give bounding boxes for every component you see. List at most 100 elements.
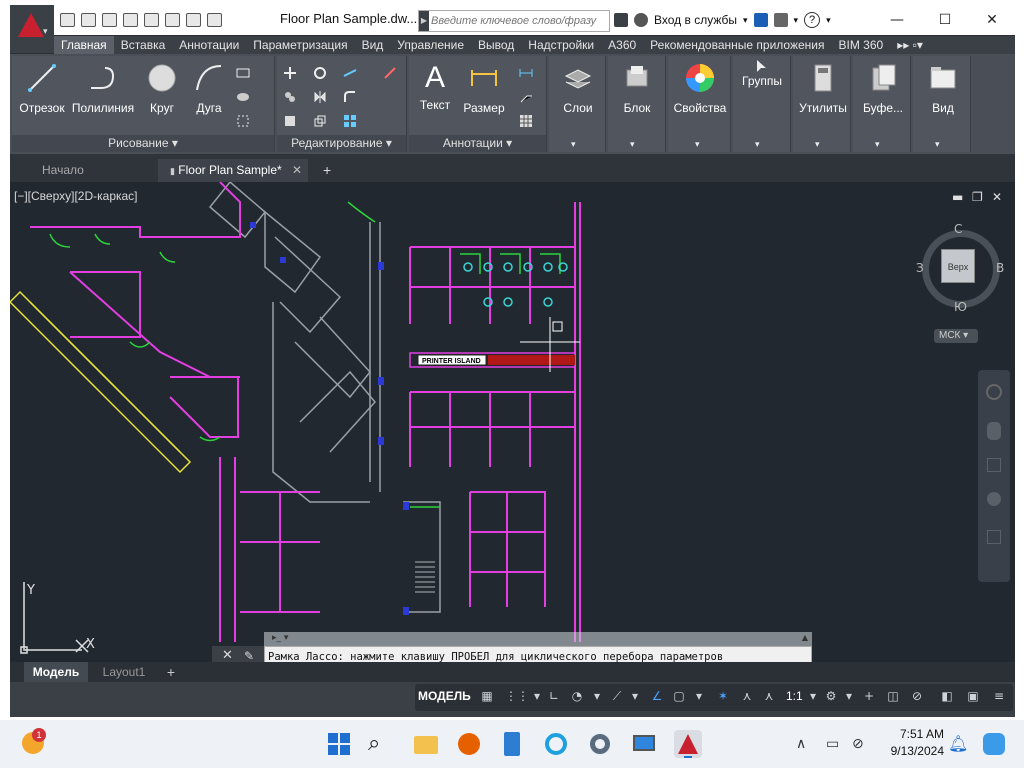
- application-menu-button[interactable]: ▾: [10, 5, 54, 53]
- leader-icon[interactable]: [519, 90, 533, 104]
- rectangle-icon[interactable]: [236, 66, 250, 80]
- isolate-icon[interactable]: ◧: [940, 689, 954, 703]
- annotation-visibility-icon[interactable]: ✶: [716, 689, 730, 703]
- help-dropdown-icon[interactable]: ▾: [826, 15, 831, 26]
- print-icon[interactable]: [144, 13, 159, 27]
- layers-button[interactable]: Слои: [553, 62, 603, 115]
- settings-gear-icon[interactable]: [586, 730, 614, 758]
- block-button[interactable]: Блок: [612, 62, 662, 115]
- workspace-gear-icon[interactable]: ⚙: [824, 689, 838, 703]
- linear-dim-icon[interactable]: [519, 66, 533, 80]
- compass-north[interactable]: С: [954, 222, 962, 236]
- open-icon[interactable]: [81, 13, 96, 27]
- move-icon[interactable]: [283, 66, 297, 80]
- rotate-icon[interactable]: [313, 66, 327, 80]
- save-icon[interactable]: [102, 13, 117, 27]
- arc-button[interactable]: Дуга: [188, 62, 230, 115]
- tab-parametric[interactable]: Параметризация: [246, 36, 354, 54]
- snap-icon[interactable]: ⋮⋮: [505, 689, 529, 703]
- viewport-controls-label[interactable]: [−][Сверху][2D-каркас]: [14, 189, 138, 203]
- tab-a360[interactable]: A360: [601, 36, 643, 54]
- object-snap-tracking-icon[interactable]: ∠: [650, 689, 664, 703]
- tab-insert[interactable]: Вставка: [114, 36, 173, 54]
- plus-icon[interactable]: +: [862, 689, 876, 703]
- autoscale-icon[interactable]: ⋏: [740, 689, 754, 703]
- circle-button[interactable]: Круг: [140, 62, 184, 115]
- taskbar-clock[interactable]: 7:51 AM 9/13/2024: [884, 726, 944, 760]
- tray-network-icon[interactable]: ⊘: [852, 730, 880, 758]
- firefox-icon[interactable]: [455, 730, 483, 758]
- layers-panel[interactable]: Слои ▾: [549, 56, 606, 152]
- search-binoculars-icon[interactable]: [614, 13, 628, 27]
- model-space-button[interactable]: МОДЕЛЬ: [418, 689, 471, 703]
- line-button[interactable]: Отрезок: [16, 62, 68, 115]
- polyline-button[interactable]: Полилиния: [70, 62, 136, 115]
- utilities-panel[interactable]: Утилиты ▾: [793, 56, 851, 152]
- weather-widget-icon[interactable]: 1: [20, 728, 48, 756]
- compass-west[interactable]: З: [916, 261, 924, 275]
- minimize-icon[interactable]: —: [874, 5, 920, 35]
- signin-button[interactable]: Вход в службы: [654, 13, 737, 27]
- file-tab-current[interactable]: ▮ Floor Plan Sample* ✕: [158, 159, 308, 182]
- orbit-icon[interactable]: [987, 492, 1001, 506]
- view-panel[interactable]: Вид ▾: [913, 56, 971, 152]
- viewport-close-icon[interactable]: ✕: [992, 190, 1002, 204]
- isolate-objects-icon[interactable]: ◫: [886, 689, 900, 703]
- notepad-icon[interactable]: [498, 730, 526, 758]
- annotation-scale-icon[interactable]: ⋏: [762, 689, 776, 703]
- user-icon[interactable]: [634, 13, 648, 27]
- hardware-acceleration-icon[interactable]: ⊘: [910, 689, 924, 703]
- hatch-icon[interactable]: [236, 90, 250, 104]
- command-input[interactable]: Рамка Лассо: нажмите клавишу ПРОБЕЛ для …: [264, 646, 812, 662]
- annotation-panel-label[interactable]: Аннотации ▾: [409, 135, 546, 152]
- tab-output[interactable]: Вывод: [471, 36, 521, 54]
- annotation-scale-value[interactable]: 1:1: [786, 689, 803, 703]
- viewport-restore-icon[interactable]: ❐: [972, 190, 983, 204]
- zoom-extents-icon[interactable]: [987, 458, 1001, 472]
- trim-icon[interactable]: [343, 66, 357, 80]
- dimension-button[interactable]: Размер: [459, 62, 509, 115]
- file-tab-start[interactable]: Начало: [30, 159, 155, 182]
- close-tab-icon[interactable]: ✕: [292, 159, 302, 182]
- start-windows-icon[interactable]: [325, 730, 353, 758]
- clipboard-button[interactable]: Буфе...: [855, 62, 911, 115]
- isodraft-icon[interactable]: ⟋: [610, 689, 624, 703]
- properties-panel[interactable]: Свойства ▾: [668, 56, 731, 152]
- tab-model[interactable]: Модель: [24, 662, 88, 682]
- fillet-icon[interactable]: [343, 90, 357, 104]
- help-button[interactable]: ?: [804, 12, 821, 28]
- file-explorer-icon[interactable]: [412, 730, 440, 758]
- block-panel[interactable]: Блок ▾: [608, 56, 666, 152]
- tab-home[interactable]: Главная: [54, 36, 114, 54]
- utilities-button[interactable]: Утилиты: [795, 62, 851, 115]
- tab-layout1[interactable]: Layout1: [92, 662, 156, 682]
- tab-manage[interactable]: Управление: [390, 36, 471, 54]
- ortho-icon[interactable]: ∟: [547, 689, 561, 703]
- command-history-up-icon[interactable]: ▲: [802, 633, 808, 642]
- properties-button[interactable]: Свойства: [670, 62, 730, 115]
- new-tab-plus-icon[interactable]: +: [316, 159, 340, 182]
- groups-button[interactable]: Группы: [737, 58, 787, 88]
- tab-addins[interactable]: Надстройки: [521, 36, 601, 54]
- copy-icon[interactable]: [283, 90, 297, 104]
- signin-dropdown-icon[interactable]: ▾: [743, 15, 748, 26]
- notifications-bell-icon[interactable]: 🔔︎: [948, 730, 976, 758]
- compass-south[interactable]: Ю: [954, 300, 967, 314]
- scale-dropdown-icon[interactable]: ▾: [806, 689, 820, 703]
- modify-panel-label[interactable]: Редактирование ▾: [277, 135, 406, 152]
- clipboard-panel[interactable]: Буфе... ▾: [853, 56, 911, 152]
- customization-menu-icon[interactable]: ≡: [992, 689, 1006, 703]
- tray-chevron-up-icon[interactable]: ∧: [796, 730, 824, 758]
- connect-icon[interactable]: [773, 13, 788, 27]
- command-customize-wrench-icon[interactable]: ✎: [244, 649, 254, 662]
- scale-icon[interactable]: [313, 114, 327, 128]
- stretch-icon[interactable]: [283, 114, 297, 128]
- copilot-icon[interactable]: [980, 730, 1008, 758]
- ucs-menu-button[interactable]: МСК ▾: [934, 329, 978, 343]
- polar-dropdown-icon[interactable]: ▾: [590, 689, 604, 703]
- exchange-icon[interactable]: [753, 13, 768, 27]
- undo-icon[interactable]: [165, 13, 180, 27]
- internet-explorer-icon[interactable]: [542, 730, 570, 758]
- maximize-icon[interactable]: ☐: [922, 5, 968, 35]
- search-icon[interactable]: ⌕: [368, 730, 396, 758]
